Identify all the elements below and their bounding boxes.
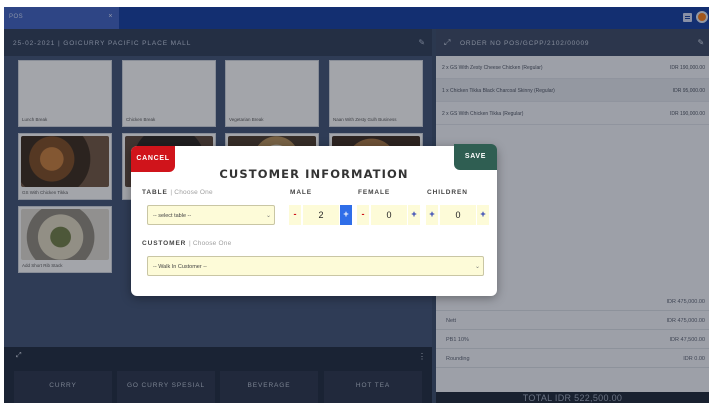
children-label: CHILDREN: [427, 189, 468, 196]
table-select-value: -- select table --: [153, 213, 192, 219]
customer-information-dialog: CUSTOMER INFORMATION TABLE | Choose One …: [131, 146, 497, 296]
customer-field-label: CUSTOMER | Choose One: [142, 240, 231, 247]
male-decrement-button[interactable]: -: [289, 205, 301, 225]
children-stepper: + 0 +: [426, 205, 489, 225]
chevron-down-icon: ⌄: [265, 213, 271, 219]
male-count[interactable]: 2: [303, 205, 339, 225]
chevron-down-icon: ⌄: [474, 264, 480, 270]
female-stepper: - 0 +: [357, 205, 420, 225]
cancel-button[interactable]: CANCEL: [131, 146, 175, 172]
customer-label: CUSTOMER: [142, 240, 187, 247]
customer-hint: | Choose One: [189, 240, 232, 247]
male-increment-button[interactable]: +: [340, 205, 352, 225]
male-stepper: - 2 +: [289, 205, 352, 225]
children-increment-button[interactable]: +: [477, 205, 489, 225]
male-label: MALE: [290, 189, 313, 196]
table-field-label: TABLE | Choose One: [142, 189, 213, 196]
dialog-title: CUSTOMER INFORMATION: [219, 167, 409, 181]
female-increment-button[interactable]: +: [408, 205, 420, 225]
female-count[interactable]: 0: [371, 205, 407, 225]
table-hint: | Choose One: [170, 189, 213, 196]
table-select[interactable]: -- select table -- ⌄: [147, 205, 275, 225]
female-label: FEMALE: [358, 189, 391, 196]
female-decrement-button[interactable]: -: [357, 205, 369, 225]
children-decrement-button[interactable]: +: [426, 205, 438, 225]
save-button[interactable]: SAVE: [454, 144, 497, 170]
pos-app: POS × 25-02-2021 | GOICURRY PACIFIC PLAC…: [4, 7, 709, 403]
customer-select-value: -- Walk In Customer --: [153, 264, 207, 270]
children-count[interactable]: 0: [440, 205, 476, 225]
table-label: TABLE: [142, 189, 168, 196]
customer-select[interactable]: -- Walk In Customer -- ⌄: [147, 256, 484, 276]
